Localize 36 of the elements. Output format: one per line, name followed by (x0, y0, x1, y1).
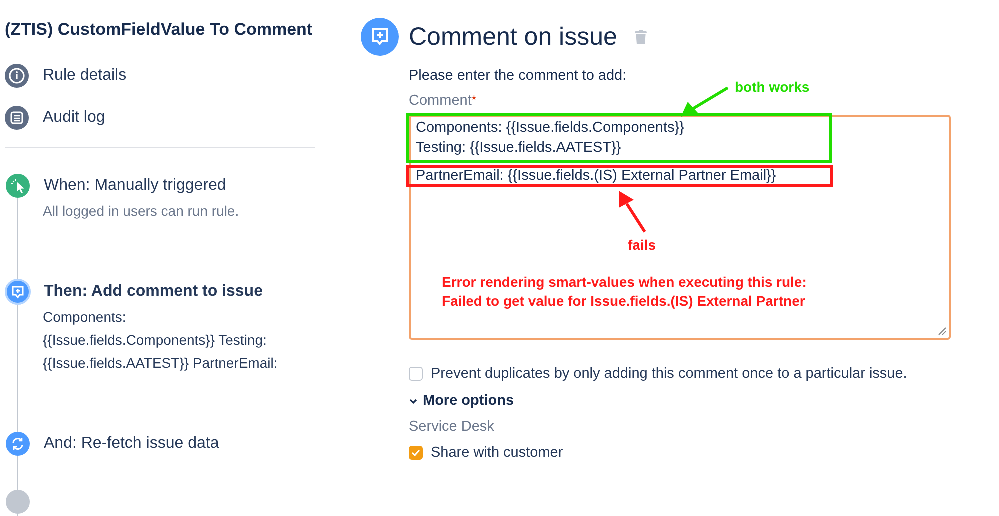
panel-title: Comment on issue (409, 22, 618, 52)
error-annotation: Error rendering smart-values when executing this rule: Failed to get value for Issue.fields.(IS) External Partner (442, 273, 807, 311)
comment-line: Components: {{Issue.fields.Components}} (416, 119, 686, 138)
comment-icon[interactable] (5, 279, 31, 305)
step-description: Components: {{Issue.fields.Components}} Testing: {{Issue.fields.AATEST}} PartnerEmail: (43, 308, 279, 373)
rule-title: (ZTIS) CustomFieldValue To Comment (5, 20, 314, 40)
field-label: Comment (409, 93, 472, 109)
refresh-icon[interactable] (5, 431, 31, 457)
step-icon[interactable] (5, 489, 31, 515)
annotation-text: both works (735, 79, 810, 95)
required-mark: * (472, 93, 477, 107)
more-options-toggle[interactable]: More options (409, 393, 514, 409)
list-icon (5, 106, 29, 130)
info-icon (5, 64, 29, 88)
chevron-icon (409, 396, 418, 406)
comment-line: PartnerEmail: {{Issue.fields.(IS) External Partner Email}} (416, 168, 778, 184)
section-label: Service Desk (409, 418, 496, 434)
resize-handle-icon[interactable] (938, 327, 947, 336)
step-title[interactable]: And: Re-fetch issue data (44, 435, 220, 453)
cursor-icon[interactable] (5, 173, 31, 199)
nav-item[interactable]: Audit log (5, 106, 315, 130)
annotation-text: fails (628, 237, 656, 253)
comment-line: Testing: {{Issue.fields.AATEST}} (416, 139, 622, 158)
step-title[interactable]: Then: Add comment to issue (44, 283, 263, 301)
prompt-text: Please enter the comment to add: (409, 68, 628, 84)
trash-icon[interactable] (635, 30, 648, 44)
comment-icon (361, 18, 399, 56)
annotation-arrow (619, 191, 646, 233)
checkbox[interactable] (409, 367, 423, 381)
checkbox-label: Share with customer (431, 444, 564, 460)
checkbox[interactable] (409, 446, 423, 460)
step-title[interactable]: When: Manually triggered (44, 177, 226, 195)
checkbox-label: Prevent duplicates by only adding this comment once to a particular issue. (431, 366, 908, 382)
step-description: All logged in users can run rule. (43, 202, 240, 221)
nav-item[interactable]: Rule details (5, 64, 315, 88)
annotation-arrow (681, 86, 729, 117)
